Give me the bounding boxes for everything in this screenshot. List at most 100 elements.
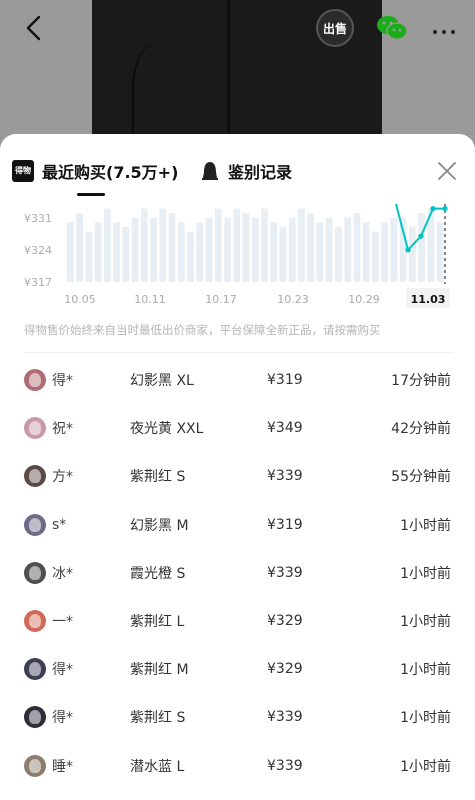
purchase-row: 得* 紫荆红 S ¥339 1小时前 — [0, 693, 475, 741]
chart-bar — [214, 208, 222, 282]
purchase-row: 祝* 夜光黄 XXL ¥349 42分钟前 — [0, 404, 475, 452]
purchase-row: 一* 紫荆红 L ¥329 1小时前 — [0, 597, 475, 645]
purchase-time: 1小时前 — [400, 517, 451, 534]
buyer-name: 睡* — [52, 758, 73, 775]
chart-bar — [159, 208, 167, 282]
buyer-name: 得* — [52, 662, 73, 679]
chart-bar — [325, 217, 333, 282]
sell-button[interactable]: 出售 — [314, 8, 356, 48]
chart-bar — [316, 222, 324, 282]
more-dots-icon — [431, 19, 458, 38]
chart-bar — [205, 217, 213, 282]
buyer-name: 得* — [52, 373, 73, 389]
product-sku: 幻影黑 M — [130, 517, 189, 534]
avatar — [24, 706, 46, 729]
product-sku: 幻影黑 XL — [130, 373, 194, 389]
chart-bar — [233, 208, 241, 282]
price-point — [430, 205, 436, 212]
avatar — [24, 513, 46, 536]
purchase-time: 1小时前 — [400, 565, 451, 582]
purchase-time: 1小时前 — [400, 614, 451, 630]
back-button[interactable] — [14, 8, 54, 48]
tab-recent-purchases[interactable]: 得物 最近购买(7.5万+) — [12, 158, 178, 184]
buyer-name: 冰* — [52, 565, 73, 582]
chart-bar — [168, 213, 176, 282]
chart-bar — [85, 231, 93, 282]
price-history-chart-svg: ¥331 ¥324 ¥317 10.05 10.11 10.17 10.23 10.29 11.… — [24, 204, 450, 308]
x-tick-label: 10.29 — [348, 293, 380, 306]
wechat-share-button[interactable] — [370, 8, 414, 48]
purchase-price: ¥319 — [267, 516, 303, 533]
buyer-name: 得* — [52, 710, 73, 727]
product-sku: 霞光橙 S — [130, 565, 186, 582]
product-sku: 紫荆红 S — [130, 710, 186, 727]
chart-bar — [362, 222, 370, 282]
dewu-logo-icon: 得物 — [12, 160, 34, 182]
tab-recent-purchases-label: 最近购买(7.5万+) — [42, 163, 179, 182]
x-tick-label: 10.05 — [64, 293, 96, 306]
chart-bar — [224, 217, 231, 282]
avatar — [24, 417, 46, 440]
chart-bar — [177, 222, 185, 282]
y-tick-label: ¥317 — [24, 276, 52, 289]
chart-bar — [436, 222, 444, 282]
product-sku: 紫荆红 M — [130, 662, 189, 679]
purchase-time: 42分钟前 — [391, 421, 451, 438]
y-tick-label: ¥331 — [24, 212, 52, 225]
buyer-name: 一* — [52, 614, 73, 630]
chart-bar — [140, 208, 148, 282]
chart-bar — [372, 231, 379, 282]
chart-bar — [251, 217, 259, 282]
price-point — [405, 247, 411, 253]
chart-bar — [122, 226, 130, 282]
avatar — [24, 658, 46, 681]
purchase-time: 55分钟前 — [391, 469, 451, 486]
chart-bar — [196, 222, 204, 282]
tab-authentication-records-label: 鉴别记录 — [228, 163, 293, 182]
chart-bar — [131, 217, 139, 282]
sell-badge: 出售 — [316, 9, 354, 47]
avatar — [24, 561, 46, 584]
avatar — [24, 754, 46, 777]
chart-bar — [113, 222, 120, 282]
chart-bar — [261, 208, 268, 282]
chart-bar — [390, 217, 398, 282]
chart-bar — [76, 213, 83, 282]
purchase-time: 1小时前 — [400, 662, 451, 679]
purchase-time: 1小时前 — [400, 710, 451, 727]
x-tick-label: 10.11 — [134, 293, 166, 306]
purchase-price: ¥339 — [267, 564, 303, 581]
close-button[interactable] — [430, 154, 464, 188]
active-tab-indicator — [77, 193, 105, 196]
avatar — [24, 610, 46, 632]
purchase-price: ¥349 — [267, 420, 303, 437]
chart-bar — [344, 217, 352, 282]
price-point — [418, 233, 424, 239]
avatar — [24, 465, 46, 488]
purchase-price: ¥329 — [267, 661, 303, 678]
purchase-price: ¥339 — [267, 468, 303, 485]
more-button[interactable] — [424, 8, 464, 48]
recent-purchases-sheet: 得物 最近购买(7.5万+) 鉴别记录 ¥331 ¥324 ¥317 10.05 10.… — [0, 134, 475, 800]
chart-bar — [381, 222, 389, 282]
purchase-row: 得* 幻影黑 XL ¥319 17分钟前 — [0, 356, 475, 404]
y-tick-label: ¥324 — [24, 244, 52, 257]
avatar — [24, 369, 46, 391]
purchase-time: 17分钟前 — [391, 373, 451, 389]
product-sku: 紫荆红 L — [130, 614, 185, 630]
price-history-chart: ¥331 ¥324 ¥317 10.05 10.11 10.17 10.23 10.29 11.… — [0, 204, 475, 324]
sheet-tabs: 得物 最近购买(7.5万+) 鉴别记录 — [0, 134, 475, 204]
chart-bar — [270, 222, 278, 282]
tab-authentication-records[interactable]: 鉴别记录 — [200, 158, 292, 184]
price-point — [442, 205, 448, 212]
chart-bar — [94, 222, 102, 282]
x-tick-label: 10.17 — [205, 293, 237, 306]
purchase-row: 睡* 潜水蓝 L ¥339 1小时前 — [0, 742, 475, 790]
chart-bar — [409, 226, 416, 282]
wechat-icon — [377, 16, 408, 40]
chart-bar — [298, 208, 305, 282]
x-tick-label: 10.23 — [277, 293, 309, 306]
chart-bar — [150, 217, 157, 282]
chart-bar — [307, 213, 315, 282]
purchase-price: ¥319 — [267, 372, 303, 388]
